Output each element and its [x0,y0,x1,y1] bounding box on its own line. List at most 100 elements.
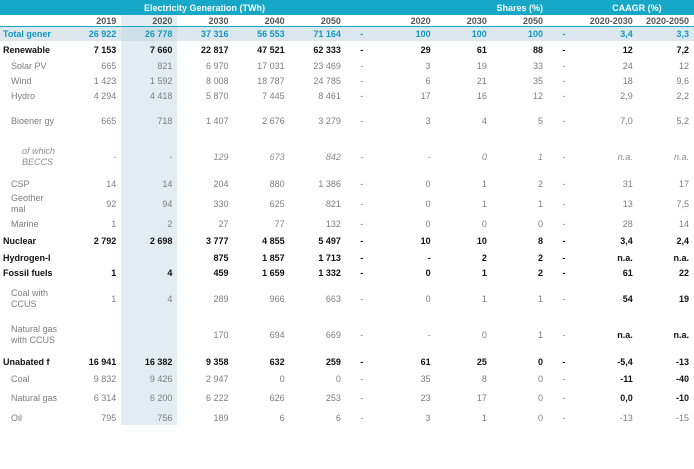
share-cell[interactable]: 33 [492,58,548,73]
share-cell[interactable]: 1 [436,281,492,317]
cagr-cell[interactable]: 2,4 [638,232,694,250]
generation-cell[interactable]: 5 870 [177,88,233,103]
share-cell[interactable]: 6 [380,73,436,88]
generation-cell[interactable]: 7 660 [121,41,178,58]
generation-cell[interactable]: 1 857 [234,250,290,265]
generation-cell[interactable]: 9 832 [65,371,121,386]
generation-cell[interactable]: 37 316 [177,26,234,41]
generation-cell[interactable]: 6 222 [177,386,233,410]
separator-cell[interactable]: - [548,175,582,193]
share-cell[interactable]: 17 [436,386,492,410]
generation-cell[interactable]: 6 970 [177,58,233,73]
separator-cell[interactable]: - [548,58,582,73]
generation-cell[interactable]: 663 [290,281,346,317]
share-cell[interactable]: - [380,317,436,353]
row-label[interactable]: Oil [0,410,65,425]
share-cell[interactable]: 3 [380,103,436,139]
generation-cell[interactable]: 1 423 [65,73,121,88]
cagr-cell[interactable]: 22 [638,265,694,281]
row-label[interactable]: Fossil fuels [0,265,65,281]
share-cell[interactable]: 23 [380,386,436,410]
share-cell[interactable]: 10 [380,232,436,250]
generation-cell[interactable]: 8 461 [290,88,346,103]
row-label[interactable]: Unabated f [0,353,65,371]
cagr-cell[interactable]: -5,4 [582,353,638,371]
share-cell[interactable]: 88 [492,41,548,58]
separator-cell[interactable]: - [346,41,380,58]
generation-cell[interactable]: 1 [65,281,121,317]
cagr-cell[interactable]: n.a. [638,139,694,175]
row-label[interactable]: Hydrogen-l [0,250,65,265]
separator-cell[interactable]: - [346,139,380,175]
share-cell[interactable]: - [380,250,436,265]
generation-cell[interactable]: 14 [121,175,178,193]
separator-cell[interactable]: - [346,215,380,232]
share-cell[interactable]: 29 [380,41,436,58]
share-cell[interactable]: 35 [492,73,548,88]
share-cell[interactable]: 0 [380,281,436,317]
cagr-cell[interactable]: 28 [582,215,638,232]
cagr-cell[interactable]: -11 [582,371,638,386]
separator-cell[interactable]: - [548,41,582,58]
share-cell[interactable]: 1 [492,139,548,175]
generation-cell[interactable]: 6 [290,410,346,425]
row-label[interactable]: Coal with CCUS [0,281,65,317]
generation-cell[interactable]: 2 698 [121,232,178,250]
separator-cell[interactable]: - [346,193,380,215]
generation-cell[interactable]: 7 153 [65,41,121,58]
separator-cell[interactable]: - [547,26,582,41]
cagr-cell[interactable]: n.a. [582,317,638,353]
generation-cell[interactable]: 17 031 [234,58,290,73]
separator-cell[interactable]: - [548,88,582,103]
row-label[interactable]: Natural gas [0,386,65,410]
generation-cell[interactable]: 26 778 [121,26,178,41]
generation-cell[interactable]: 170 [177,317,233,353]
separator-cell[interactable]: - [346,175,380,193]
share-cell[interactable]: 1 [436,410,492,425]
generation-cell[interactable]: 62 333 [290,41,346,58]
generation-cell[interactable]: 56 553 [233,26,290,41]
share-cell[interactable]: 17 [380,88,436,103]
share-cell[interactable]: 61 [436,41,492,58]
share-cell[interactable]: 0 [436,139,492,175]
generation-cell[interactable]: 4 294 [65,88,121,103]
row-label[interactable]: Geother mal [0,193,65,215]
share-cell[interactable]: 4 [436,103,492,139]
generation-cell[interactable]: 4 855 [234,232,290,250]
generation-cell[interactable]: 966 [234,281,290,317]
share-cell[interactable]: 5 [492,103,548,139]
separator-cell[interactable]: - [346,317,380,353]
generation-cell[interactable]: 9 358 [177,353,233,371]
cagr-cell[interactable]: 2,9 [582,88,638,103]
share-cell[interactable]: 2 [436,250,492,265]
generation-cell[interactable]: 289 [177,281,233,317]
generation-cell[interactable]: 14 [65,175,121,193]
cagr-cell[interactable]: 2,2 [638,88,694,103]
cagr-cell[interactable]: 7,0 [582,103,638,139]
generation-cell[interactable]: 1 407 [177,103,233,139]
generation-cell[interactable]: 189 [177,410,233,425]
separator-cell[interactable]: - [346,88,380,103]
generation-cell[interactable]: 3 279 [290,103,346,139]
generation-cell[interactable] [121,317,178,353]
generation-cell[interactable]: 9 426 [121,371,178,386]
generation-cell[interactable]: 94 [121,193,178,215]
generation-cell[interactable]: 2 [121,215,178,232]
generation-cell[interactable]: 47 521 [234,41,290,58]
share-cell[interactable]: 0 [436,317,492,353]
row-label[interactable]: Nuclear [0,232,65,250]
generation-cell[interactable]: 129 [177,139,233,175]
separator-cell[interactable]: - [548,250,582,265]
generation-cell[interactable] [65,317,121,353]
generation-cell[interactable]: 665 [65,103,121,139]
generation-cell[interactable]: 1 [65,265,121,281]
share-cell[interactable]: 0 [380,215,436,232]
generation-cell[interactable]: 4 418 [121,88,178,103]
cagr-cell[interactable]: n.a. [582,250,638,265]
share-cell[interactable]: 8 [492,232,548,250]
share-cell[interactable]: 1 [436,193,492,215]
row-label[interactable]: Natural gas with CCUS [0,317,65,353]
share-cell[interactable]: 0 [492,371,548,386]
generation-cell[interactable]: 2 947 [177,371,233,386]
generation-cell[interactable]: 26 922 [65,26,122,41]
